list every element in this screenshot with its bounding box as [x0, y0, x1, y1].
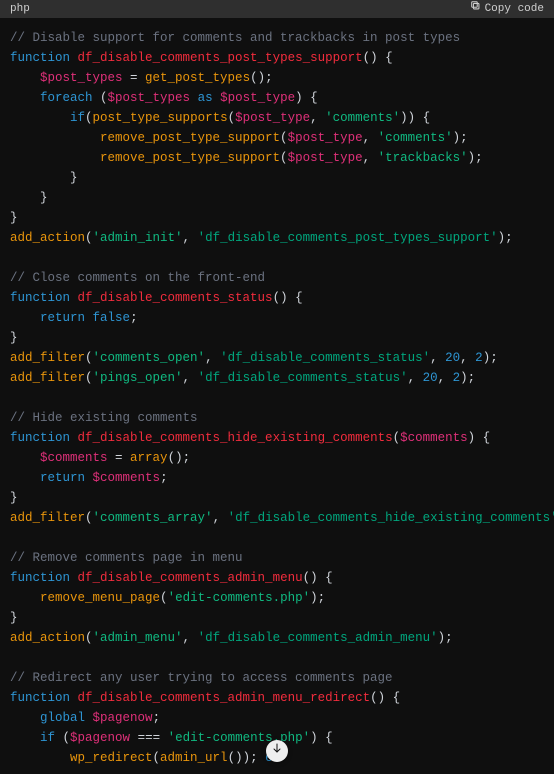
code-header: php Copy code: [0, 0, 554, 18]
code-line: return $comments;: [10, 468, 544, 488]
code-line: // Close comments on the front-end: [10, 268, 544, 288]
code-line: $post_types = get_post_types();: [10, 68, 544, 88]
copy-icon: [470, 0, 481, 19]
code-line: function df_disable_comments_admin_menu(…: [10, 568, 544, 588]
code-line: function df_disable_comments_hide_existi…: [10, 428, 544, 448]
code-line: return false;: [10, 308, 544, 328]
code-line: add_filter('pings_open', 'df_disable_com…: [10, 368, 544, 388]
code-line: [10, 648, 544, 668]
code-line: [10, 528, 544, 548]
code-line: }: [10, 208, 544, 228]
scroll-down-button[interactable]: [266, 740, 288, 762]
code-line: }: [10, 488, 544, 508]
code-line: add_filter('comments_open', 'df_disable_…: [10, 348, 544, 368]
code-line: }: [10, 188, 544, 208]
code-line: global $pagenow;: [10, 708, 544, 728]
code-line: function df_disable_comments_admin_menu_…: [10, 688, 544, 708]
copy-label: Copy code: [485, 0, 544, 19]
code-line: remove_menu_page('edit-comments.php');: [10, 588, 544, 608]
code-line: // Disable support for comments and trac…: [10, 28, 544, 48]
code-line: remove_post_type_support($post_type, 'tr…: [10, 148, 544, 168]
code-line: $comments = array();: [10, 448, 544, 468]
code-line: if(post_type_supports($post_type, 'comme…: [10, 108, 544, 128]
code-block[interactable]: // Disable support for comments and trac…: [0, 18, 554, 774]
code-line: [10, 248, 544, 268]
code-line: }: [10, 168, 544, 188]
code-line: // Redirect any user trying to access co…: [10, 668, 544, 688]
copy-code-button[interactable]: Copy code: [470, 0, 544, 19]
code-line: add_filter('comments_array', 'df_disable…: [10, 508, 544, 528]
code-line: // Hide existing comments: [10, 408, 544, 428]
code-line: }: [10, 328, 544, 348]
code-line: remove_post_type_support($post_type, 'co…: [10, 128, 544, 148]
code-line: function df_disable_comments_status() {: [10, 288, 544, 308]
code-line: add_action('admin_init', 'df_disable_com…: [10, 228, 544, 248]
code-line: add_action('admin_menu', 'df_disable_com…: [10, 628, 544, 648]
code-line: function df_disable_comments_post_types_…: [10, 48, 544, 68]
language-label: php: [10, 0, 30, 19]
code-line: // Remove comments page in menu: [10, 548, 544, 568]
code-line: }: [10, 608, 544, 628]
arrow-down-icon: [271, 741, 283, 761]
code-line: foreach ($post_types as $post_type) {: [10, 88, 544, 108]
code-line: [10, 388, 544, 408]
